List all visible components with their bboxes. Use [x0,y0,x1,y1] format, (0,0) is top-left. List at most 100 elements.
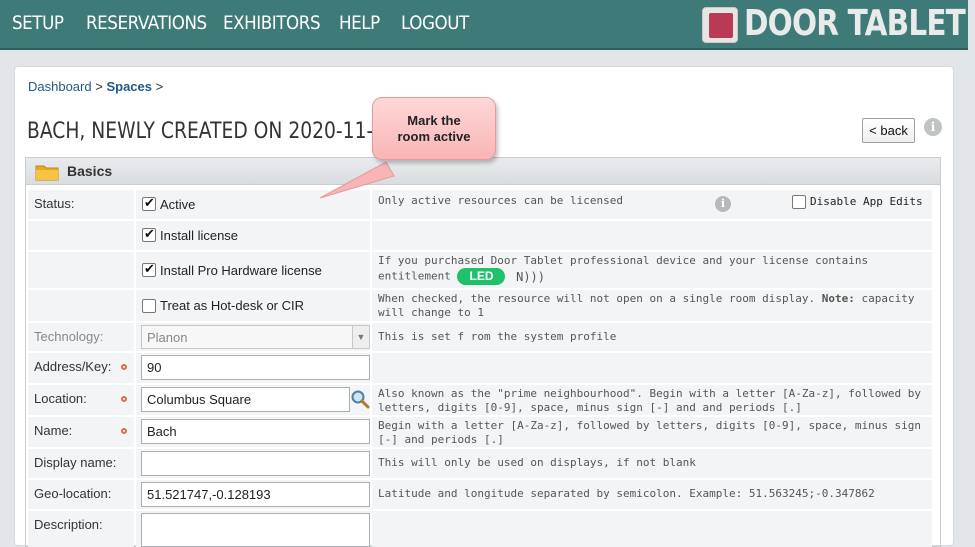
disable-app-edits-label: Disable App Edits [810,195,923,208]
install-license-checkbox[interactable] [142,226,156,242]
hotdesk-help-text: When checked, the resource will not open… [378,292,816,305]
info-icon[interactable]: i [715,196,731,212]
required-indicator [121,364,127,370]
nav-setup[interactable]: SETUP [12,12,64,34]
display-name-label: Display name: [28,449,134,478]
door-tablet-logo-icon [702,7,738,43]
led-badge: LED [457,268,506,285]
row-display-name: Display name: This will only be used on … [26,449,942,478]
hotdesk-help: When checked, the resource will not open… [372,290,932,321]
technology-help: This is set f rom the system profile [372,323,932,351]
name-help: Begin with a letter [A-Za-z], followed b… [372,417,932,447]
nav-reservations[interactable]: RESERVATIONS [86,12,207,34]
install-pro-help: If you purchased Door Tablet professiona… [372,252,932,288]
empty-help [372,353,932,383]
install-pro-field: Install Pro Hardware license [136,252,370,288]
row-install-pro: Install Pro Hardware license If you purc… [26,252,942,288]
install-license-label: Install license [160,228,239,243]
chevron-down-icon: ▼ [352,326,369,348]
back-button[interactable]: < back [862,118,915,143]
nav-exhibitors[interactable]: EXHIBITORS [223,12,321,34]
address-input[interactable]: 90 [141,355,370,380]
location-help-line2: letters, digits [0-9], space, minus sign… [378,401,802,414]
entitlement-text: entitlement [378,269,451,283]
install-pro-help-line2: entitlement LED N))) [378,268,932,285]
location-field: Columbus Square [136,385,370,415]
name-field: Bach [136,417,370,447]
hotdesk-checkbox[interactable] [142,299,156,313]
location-label: Location: [28,385,134,415]
install-pro-help-line1: If you purchased Door Tablet professiona… [378,254,869,267]
description-input[interactable] [141,513,370,547]
page-title: BACH, NEWLY CREATED ON 2020-11-24 [27,119,398,144]
display-name-help: This will only be used on displays, if n… [372,449,932,478]
name-help-line2: [-] and periods [.] [378,433,504,446]
install-pro-checkbox[interactable] [142,261,156,277]
address-label: Address/Key: [28,353,134,383]
note-label: Note: [821,292,855,305]
row-technology: Technology: Planon ▼ This is set f rom t… [26,323,942,351]
active-checkbox[interactable] [142,195,156,211]
name-input[interactable]: Bach [141,419,370,444]
status-label: Status: [28,190,134,219]
row-location: Location: Columbus Square Also known as … [26,385,942,415]
technology-value: Planon [147,330,188,345]
description-label: Description: [28,511,134,547]
row-hotdesk: Treat as Hot-desk or CIR When checked, t… [26,290,942,321]
geo-label: Geo-location: [28,480,134,509]
technology-field: Planon ▼ [136,323,370,351]
callout-line1: Mark the [407,113,461,128]
hotdesk-help-line2: will change to 1 [378,306,484,319]
description-field [136,511,370,547]
empty-label [28,221,134,250]
empty-label [28,290,134,321]
breadcrumb-dashboard[interactable]: Dashboard [28,79,92,94]
nav-help[interactable]: HELP [339,12,380,34]
hotdesk-help-text-end: capacity [861,292,915,305]
brand-name: DOOR TABLET UI [744,3,975,44]
empty-label [28,252,134,288]
required-indicator [121,396,127,402]
status-help-text: Only active resources can be licensed [378,194,624,207]
address-field: 90 [136,353,370,383]
breadcrumb-spaces[interactable]: Spaces [106,79,152,94]
breadcrumb: Dashboard > Spaces > [28,79,163,94]
info-icon[interactable]: i [924,118,942,136]
disable-app-edits-checkbox[interactable] [792,195,806,209]
breadcrumb-separator: > [155,79,164,94]
display-name-input[interactable] [141,451,370,476]
required-indicator [121,428,127,434]
hotdesk-label: Treat as Hot-desk or CIR [160,298,305,313]
install-license-field: Install license [136,221,370,250]
geo-field: 51.521747,-0.128193 [136,480,370,509]
folder-icon [35,165,59,181]
active-checkbox-label: Active [160,197,196,212]
geo-help: Latitude and longitude separated by semi… [372,480,932,509]
breadcrumb-separator: > [95,79,103,94]
hotdesk-field: Treat as Hot-desk or CIR [136,290,370,321]
geo-input[interactable]: 51.521747,-0.128193 [141,482,370,507]
location-input[interactable]: Columbus Square [141,387,350,412]
search-icon[interactable] [350,389,370,409]
row-geo: Geo-location: 51.521747,-0.128193 Latitu… [26,480,942,509]
empty-help [372,511,932,547]
callout-note: Mark the room active [372,97,496,160]
empty-help [372,221,932,250]
display-name-field [136,449,370,478]
row-install-license: Install license [26,221,942,250]
install-pro-label: Install Pro Hardware license [160,263,322,278]
section-header[interactable]: Basics [26,158,940,185]
row-address: Address/Key: 90 [26,353,942,383]
name-label: Name: [28,417,134,447]
nfc-icon: N))) [516,269,546,284]
section-title: Basics [67,163,113,179]
location-help: Also known as the "prime neighbourhood".… [372,385,932,415]
technology-select: Planon ▼ [141,325,370,349]
nav-logout[interactable]: LOGOUT [401,12,469,34]
row-description: Description: [26,511,942,547]
location-help-line1: Also known as the "prime neighbourhood".… [378,387,922,400]
hotdesk-help-line1: When checked, the resource will not open… [378,292,932,306]
technology-label: Technology: [28,323,134,351]
basics-section: Basics Status: Active Only active resour… [25,157,941,547]
row-name: Name: Bach Begin with a letter [A-Za-z],… [26,417,942,447]
